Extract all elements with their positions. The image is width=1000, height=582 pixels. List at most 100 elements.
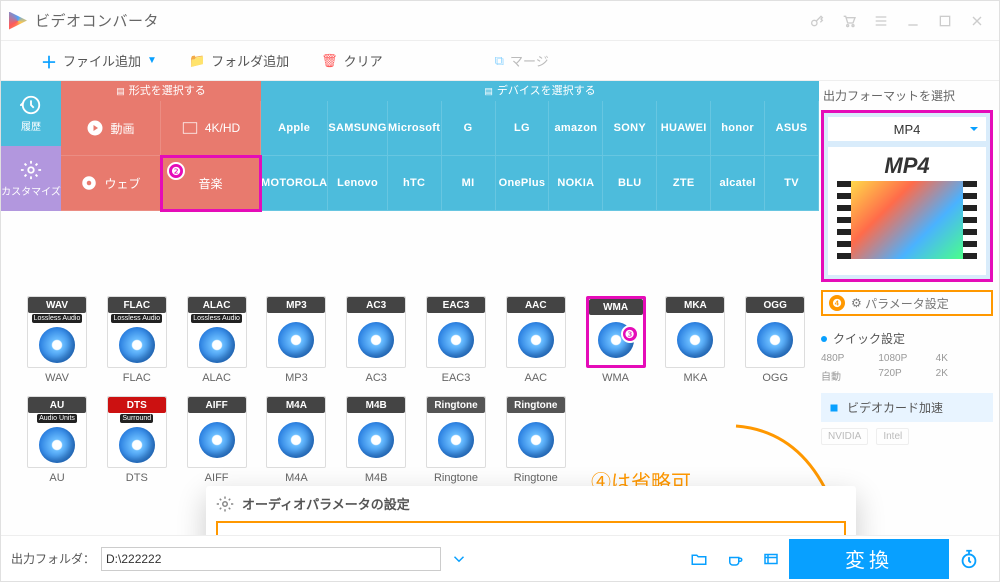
quick-settings-title: クイック設定 xyxy=(821,330,993,347)
brand-amazon[interactable]: amazon xyxy=(549,101,603,156)
brand-huawei[interactable]: HUAWEI xyxy=(657,101,711,156)
quick-preset-4k[interactable]: 4K xyxy=(936,353,993,364)
history-icon xyxy=(20,94,42,116)
brand-mi[interactable]: MI xyxy=(442,156,496,211)
cart-icon[interactable] xyxy=(835,7,863,35)
rp-title: 出力フォーマットを選択 xyxy=(821,81,993,110)
chevron-down-icon[interactable] xyxy=(447,547,471,571)
format-category-音楽[interactable]: ❷音楽 xyxy=(161,156,261,211)
gear-icon xyxy=(20,159,42,181)
trash-icon: 🗑 xyxy=(321,53,338,69)
format-tile-mp3[interactable]: MP3MP3 xyxy=(260,296,332,396)
side-nav: 履歴 カスタマイズ xyxy=(1,81,61,211)
sidebar-history[interactable]: 履歴 xyxy=(1,81,61,146)
format-tile-flac[interactable]: FLACLossless AudioFLAC xyxy=(101,296,173,396)
format-tile-eac3[interactable]: EAC3EAC3 xyxy=(420,296,492,396)
nvidia-badge: NVIDIA xyxy=(821,428,868,445)
hw-vendors: NVIDIA Intel xyxy=(821,428,993,445)
output-folder-label: 出力フォルダ： xyxy=(11,550,95,567)
brand-asus[interactable]: ASUS xyxy=(765,101,819,156)
format-tile-m4b[interactable]: M4BM4B xyxy=(340,396,412,496)
brand-samsung[interactable]: SAMSUNG xyxy=(328,101,387,156)
brand-lenovo[interactable]: Lenovo xyxy=(328,156,387,211)
parameter-settings-button[interactable]: ❹ ⚙ パラメータ設定 xyxy=(821,290,993,316)
format-category-動画[interactable]: 動画 xyxy=(61,101,161,156)
format-category-ウェブ[interactable]: ウェブ xyxy=(61,156,161,211)
add-file-label: ファイル追加 xyxy=(63,51,141,70)
gpu-accel-label: ビデオカード加速 xyxy=(847,399,943,416)
output-folder-input[interactable] xyxy=(101,547,441,571)
brand-honor[interactable]: honor xyxy=(711,101,765,156)
category-grid: 動画4K/HDAppleSAMSUNGMicrosoftGLGamazonSON… xyxy=(61,101,819,211)
format-tile-au[interactable]: AUAudio UnitsAU xyxy=(21,396,93,496)
gpu-accel-toggle[interactable]: ビデオカード加速 xyxy=(821,393,993,422)
add-file-button[interactable]: ＋ ファイル追加 ▼ xyxy=(41,49,157,73)
format-tile-aac[interactable]: AACAAC xyxy=(500,296,572,396)
toolbar: ＋ ファイル追加 ▼ 📁 フォルダ追加 🗑 クリア ⧉ マージ xyxy=(1,41,999,81)
chevron-down-icon[interactable]: ▼ xyxy=(147,55,157,66)
output-format-select[interactable]: MP4 xyxy=(828,117,986,141)
close-button[interactable] xyxy=(963,7,991,35)
quick-preset-480p[interactable]: 480P xyxy=(821,353,878,364)
minimize-button[interactable] xyxy=(899,7,927,35)
sidebar-customize[interactable]: カスタマイズ xyxy=(1,146,61,211)
output-format-preview: MP4 xyxy=(828,147,986,275)
format-tile-alac[interactable]: ALACLossless AudioALAC xyxy=(181,296,253,396)
brand-motorola[interactable]: MOTOROLA xyxy=(261,156,328,211)
app-logo-icon xyxy=(9,12,27,30)
format-tile-ringtone[interactable]: RingtoneRingtone xyxy=(420,396,492,496)
maximize-button[interactable] xyxy=(931,7,959,35)
brand-zte[interactable]: ZTE xyxy=(657,156,711,211)
open-folder-icon[interactable] xyxy=(687,547,711,571)
coffee-icon[interactable] xyxy=(723,547,747,571)
brand-sony[interactable]: SONY xyxy=(603,101,657,156)
app-window: ビデオコンバータ ＋ ファイル追加 ▼ 📁 フォルダ追加 🗑 クリア ⧉ マージ xyxy=(0,0,1000,582)
format-tile-wma[interactable]: WMA❸WMA xyxy=(580,296,652,396)
brand-htc[interactable]: hTC xyxy=(388,156,442,211)
merge-button[interactable]: ⧉ マージ xyxy=(495,51,549,70)
key-icon[interactable] xyxy=(803,7,831,35)
quick-preset-720p[interactable]: 720P xyxy=(878,368,935,383)
chip-icon xyxy=(827,401,841,415)
format-tile-mka[interactable]: MKAMKA xyxy=(659,296,731,396)
add-folder-button[interactable]: 📁 フォルダ追加 xyxy=(189,51,289,70)
brand-apple[interactable]: Apple xyxy=(261,101,328,156)
schedule-button[interactable] xyxy=(949,539,989,579)
folder-plus-icon: 📁 xyxy=(189,53,205,69)
format-tile-ringtone[interactable]: RingtoneRingtone xyxy=(500,396,572,496)
menu-icon[interactable] xyxy=(867,7,895,35)
brand-blu[interactable]: BLU xyxy=(603,156,657,211)
brand-microsoft[interactable]: Microsoft xyxy=(388,101,442,156)
brand-alcatel[interactable]: alcatel xyxy=(711,156,765,211)
gear-icon xyxy=(216,495,234,513)
format-category-4k/hd[interactable]: 4K/HD xyxy=(161,101,261,156)
format-tile-wav[interactable]: WAVLossless AudioWAV xyxy=(21,296,93,396)
clear-button[interactable]: 🗑 クリア xyxy=(321,51,383,70)
format-tile-ogg[interactable]: OGGOGG xyxy=(739,296,811,396)
quick-preset-2k[interactable]: 2K xyxy=(936,368,993,383)
format-tile-ac3[interactable]: AC3AC3 xyxy=(340,296,412,396)
format-tile-aiff[interactable]: AIFFAIFF xyxy=(181,396,253,496)
brand-lg[interactable]: LG xyxy=(496,101,550,156)
sidebar-history-label: 履歴 xyxy=(21,118,41,133)
brand-nokia[interactable]: NOKIA xyxy=(549,156,603,211)
brand-oneplus[interactable]: OnePlus xyxy=(496,156,550,211)
film-icon[interactable] xyxy=(759,547,783,571)
right-panel: 出力フォーマットを選択 ❶ MP4 MP4 ❹ ⚙ パラメータ設定 クイック設定… xyxy=(821,81,993,445)
page-icon: ▤ xyxy=(484,86,493,96)
app-title: ビデオコンバータ xyxy=(35,10,159,31)
quick-settings-grid: 480P1080P4K 自動720P2K xyxy=(821,353,993,383)
convert-button[interactable]: 変換 xyxy=(789,539,949,579)
format-tile-m4a[interactable]: M4AM4A xyxy=(260,396,332,496)
output-format-box[interactable]: ❶ MP4 MP4 xyxy=(821,110,993,282)
quick-preset-自動[interactable]: 自動 xyxy=(821,368,878,383)
brand-g[interactable]: G xyxy=(442,101,496,156)
callout-2: ❷ xyxy=(167,162,185,180)
format-tile-dts[interactable]: DTSSurroundDTS xyxy=(101,396,173,496)
page-icon: ▤ xyxy=(116,86,125,96)
quick-preset-1080p[interactable]: 1080P xyxy=(878,353,935,364)
audio-panel-title: オーディオパラメータの設定 xyxy=(206,486,856,521)
parameter-settings-label: パラメータ設定 xyxy=(865,295,949,312)
titlebar: ビデオコンバータ xyxy=(1,1,999,41)
brand-tv[interactable]: TV xyxy=(765,156,819,211)
